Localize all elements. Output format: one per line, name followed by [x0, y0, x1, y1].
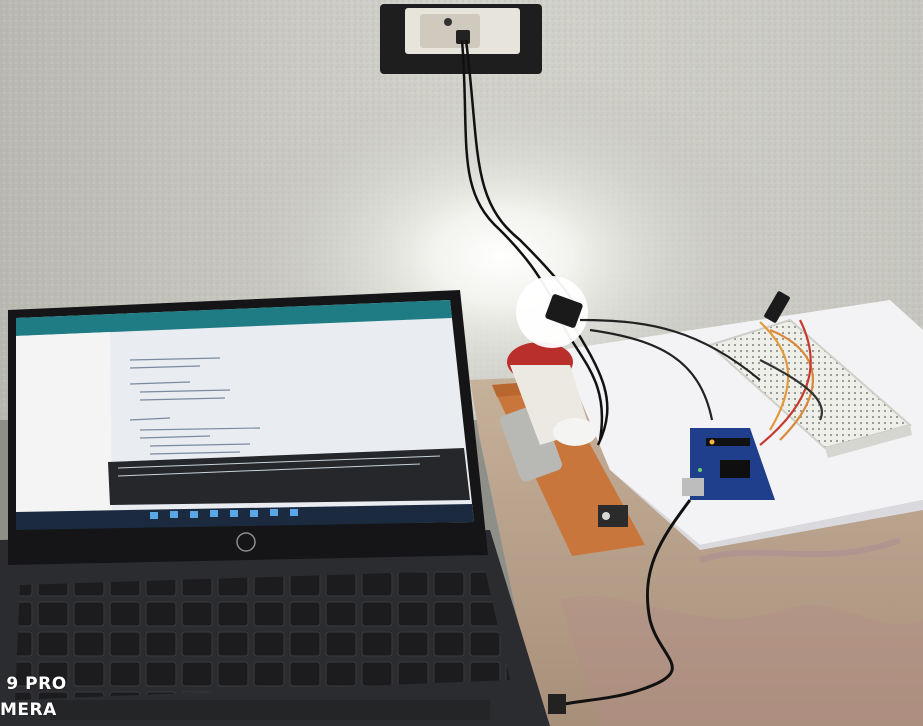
- camera-watermark-model: 9 PRO: [0, 674, 67, 694]
- keyboard: [15, 570, 510, 700]
- photo-illustration: [0, 0, 923, 726]
- camera-watermark-label: MERA: [0, 700, 57, 720]
- wall-socket: [380, 4, 542, 74]
- photo-scene: 9 PRO MERA: [0, 0, 923, 726]
